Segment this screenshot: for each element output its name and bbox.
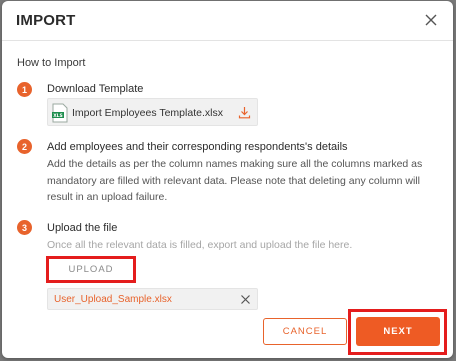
how-to-import-label: How to Import	[17, 57, 86, 69]
remove-file-icon[interactable]	[240, 294, 251, 305]
excel-file-icon: XLS	[52, 103, 68, 123]
template-download[interactable]: XLS Import Employees Template.xlsx	[47, 98, 258, 126]
next-button[interactable]: NEXT	[356, 317, 440, 346]
download-icon[interactable]	[238, 106, 251, 119]
step-1-number: 1	[17, 82, 32, 97]
step-1-title: Download Template	[47, 83, 144, 95]
uploaded-file-chip: User_Upload_Sample.xlsx	[47, 288, 258, 310]
step-3-title: Upload the file	[47, 222, 118, 234]
import-dialog: IMPORT How to Import 1 Download Template…	[2, 1, 453, 358]
excel-badge-text: XLS	[53, 113, 63, 119]
template-file-name: Import Employees Template.xlsx	[72, 107, 223, 119]
step-2-title: Add employees and their corresponding re…	[47, 141, 348, 153]
upload-button[interactable]: UPLOAD	[46, 256, 136, 283]
step-3-number: 3	[17, 220, 32, 235]
uploaded-file-name: User_Upload_Sample.xlsx	[54, 294, 172, 305]
cancel-button[interactable]: CANCEL	[263, 318, 347, 345]
step-2-description: Add the details as per the column names …	[47, 158, 423, 203]
close-icon[interactable]	[423, 12, 439, 28]
dialog-header: IMPORT	[2, 1, 453, 41]
step-2-number: 2	[17, 139, 32, 154]
step-3-description: Once all the relevant data is filled, ex…	[47, 239, 353, 251]
dialog-title: IMPORT	[16, 12, 76, 29]
